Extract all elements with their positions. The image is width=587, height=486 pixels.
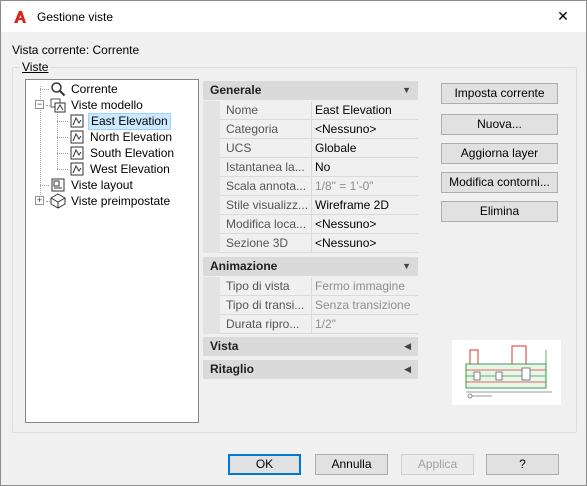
property-value: 1/2" — [312, 315, 418, 334]
tree-item-corrente[interactable]: Corrente — [49, 81, 120, 97]
expand-icon[interactable]: + — [35, 196, 44, 205]
tree-item-label: North Elevation — [90, 129, 173, 144]
section-title: Vista — [210, 339, 239, 353]
gestione-viste-dialog: Gestione viste ✕ Vista corrente: Corrent… — [0, 0, 587, 486]
tree-connector — [57, 137, 68, 138]
layout-views-icon — [49, 177, 67, 193]
tree-connector — [57, 121, 68, 122]
collapse-arrow-icon: ▼ — [402, 261, 411, 271]
property-row[interactable]: Nome East Elevation — [203, 101, 418, 120]
property-name: Stile visualizz... — [220, 196, 312, 215]
apply-button: Applica — [401, 454, 474, 475]
section-generale[interactable]: Generale ▼ — [203, 81, 418, 100]
property-row[interactable]: Tipo di vista Fermo immagine — [203, 277, 418, 296]
property-row[interactable]: Scala annota... 1/8" = 1'-0" — [203, 177, 418, 196]
property-name: UCS — [220, 139, 312, 158]
named-view-icon — [68, 129, 86, 145]
tree-connector — [57, 153, 68, 154]
view-preview-image — [452, 340, 561, 405]
tree-item-west-elevation[interactable]: West Elevation — [68, 161, 172, 177]
new-view-button[interactable]: Nuova... — [441, 114, 558, 135]
close-icon[interactable]: ✕ — [540, 1, 586, 32]
delete-button[interactable]: Elimina — [441, 201, 558, 222]
views-group-label: Viste — [20, 60, 51, 74]
tree-item-label: Viste modello — [71, 97, 143, 112]
section-animazione[interactable]: Animazione ▼ — [203, 257, 418, 276]
window-title: Gestione viste — [37, 9, 114, 24]
property-row[interactable]: Categoria <Nessuno> — [203, 120, 418, 139]
tree-item-viste-modello[interactable]: Viste modello — [49, 97, 145, 113]
property-row[interactable]: Sezione 3D <Nessuno> — [203, 234, 418, 253]
views-tree[interactable]: − + Corrente Viste modello East Elevatio… — [25, 79, 199, 423]
property-name: Sezione 3D — [220, 234, 312, 253]
named-view-icon — [68, 145, 86, 161]
tree-item-north-elevation[interactable]: North Elevation — [68, 129, 174, 145]
tree-item-label: Viste preimpostate — [71, 193, 171, 208]
section-title: Generale — [210, 83, 262, 97]
title-bar: Gestione viste ✕ — [1, 1, 586, 32]
magnifier-icon — [49, 81, 67, 97]
expand-arrow-icon: ◀ — [404, 364, 411, 374]
tree-item-label: Corrente — [71, 81, 118, 96]
tree-item-viste-preimpostate[interactable]: Viste preimpostate — [49, 193, 172, 209]
property-name: Modifica loca... — [220, 215, 312, 234]
property-name: Istantanea la... — [220, 158, 312, 177]
collapse-arrow-icon: ▼ — [402, 85, 411, 95]
preset-views-icon — [49, 193, 67, 209]
model-views-icon — [49, 97, 67, 113]
property-value[interactable]: East Elevation — [312, 101, 418, 120]
property-row[interactable]: Tipo di transi... Senza transizione — [203, 296, 418, 315]
section-vista[interactable]: Vista ◀ — [203, 337, 418, 356]
named-view-icon — [68, 161, 86, 177]
tree-item-east-elevation[interactable]: East Elevation — [68, 112, 171, 130]
property-row[interactable]: UCS Globale — [203, 139, 418, 158]
property-value[interactable]: Wireframe 2D — [312, 196, 418, 215]
property-name: Categoria — [220, 120, 312, 139]
property-value[interactable]: <Nessuno> — [312, 120, 418, 139]
cancel-button[interactable]: Annulla — [315, 454, 388, 475]
property-value[interactable]: <Nessuno> — [312, 234, 418, 253]
section-title: Ritaglio — [210, 362, 254, 376]
tree-item-viste-layout[interactable]: Viste layout — [49, 177, 135, 193]
section-title: Animazione — [210, 259, 278, 273]
property-row[interactable]: Durata ripro... 1/2" — [203, 315, 418, 334]
tree-connector — [57, 169, 68, 170]
autocad-logo-icon — [10, 7, 30, 27]
property-value[interactable]: No — [312, 158, 418, 177]
named-view-icon — [68, 113, 86, 129]
property-row[interactable]: Modifica loca... <Nessuno> — [203, 215, 418, 234]
section-ritaglio[interactable]: Ritaglio ◀ — [203, 360, 418, 379]
tree-item-label: West Elevation — [90, 161, 170, 176]
ok-button[interactable]: OK — [228, 454, 301, 475]
property-name: Nome — [220, 101, 312, 120]
property-value: Senza transizione — [312, 296, 418, 315]
property-value: Fermo immagine — [312, 277, 418, 296]
set-current-button[interactable]: Imposta corrente — [441, 83, 558, 104]
property-row[interactable]: Stile visualizz... Wireframe 2D — [203, 196, 418, 215]
property-value: 1/8" = 1'-0" — [312, 177, 418, 196]
tree-item-label: South Elevation — [90, 145, 175, 160]
edit-boundaries-button[interactable]: Modifica contorni... — [441, 172, 558, 193]
tree-item-south-elevation[interactable]: South Elevation — [68, 145, 176, 161]
property-value[interactable]: <Nessuno> — [312, 215, 418, 234]
tree-item-label: East Elevation — [88, 112, 171, 130]
property-name: Durata ripro... — [220, 315, 312, 334]
property-name: Tipo di vista — [220, 277, 312, 296]
property-row[interactable]: Istantanea la... No — [203, 158, 418, 177]
tree-connector — [40, 185, 49, 186]
current-view-label: Vista corrente: Corrente — [12, 43, 140, 57]
tree-item-label: Viste layout — [71, 177, 133, 192]
property-value[interactable]: Globale — [312, 139, 418, 158]
tree-connector — [40, 89, 49, 90]
expand-arrow-icon: ◀ — [404, 341, 411, 351]
property-name: Tipo di transi... — [220, 296, 312, 315]
update-layers-button[interactable]: Aggiorna layer — [441, 143, 558, 164]
collapse-icon[interactable]: − — [35, 100, 44, 109]
property-name: Scala annota... — [220, 177, 312, 196]
help-button[interactable]: ? — [486, 454, 559, 475]
